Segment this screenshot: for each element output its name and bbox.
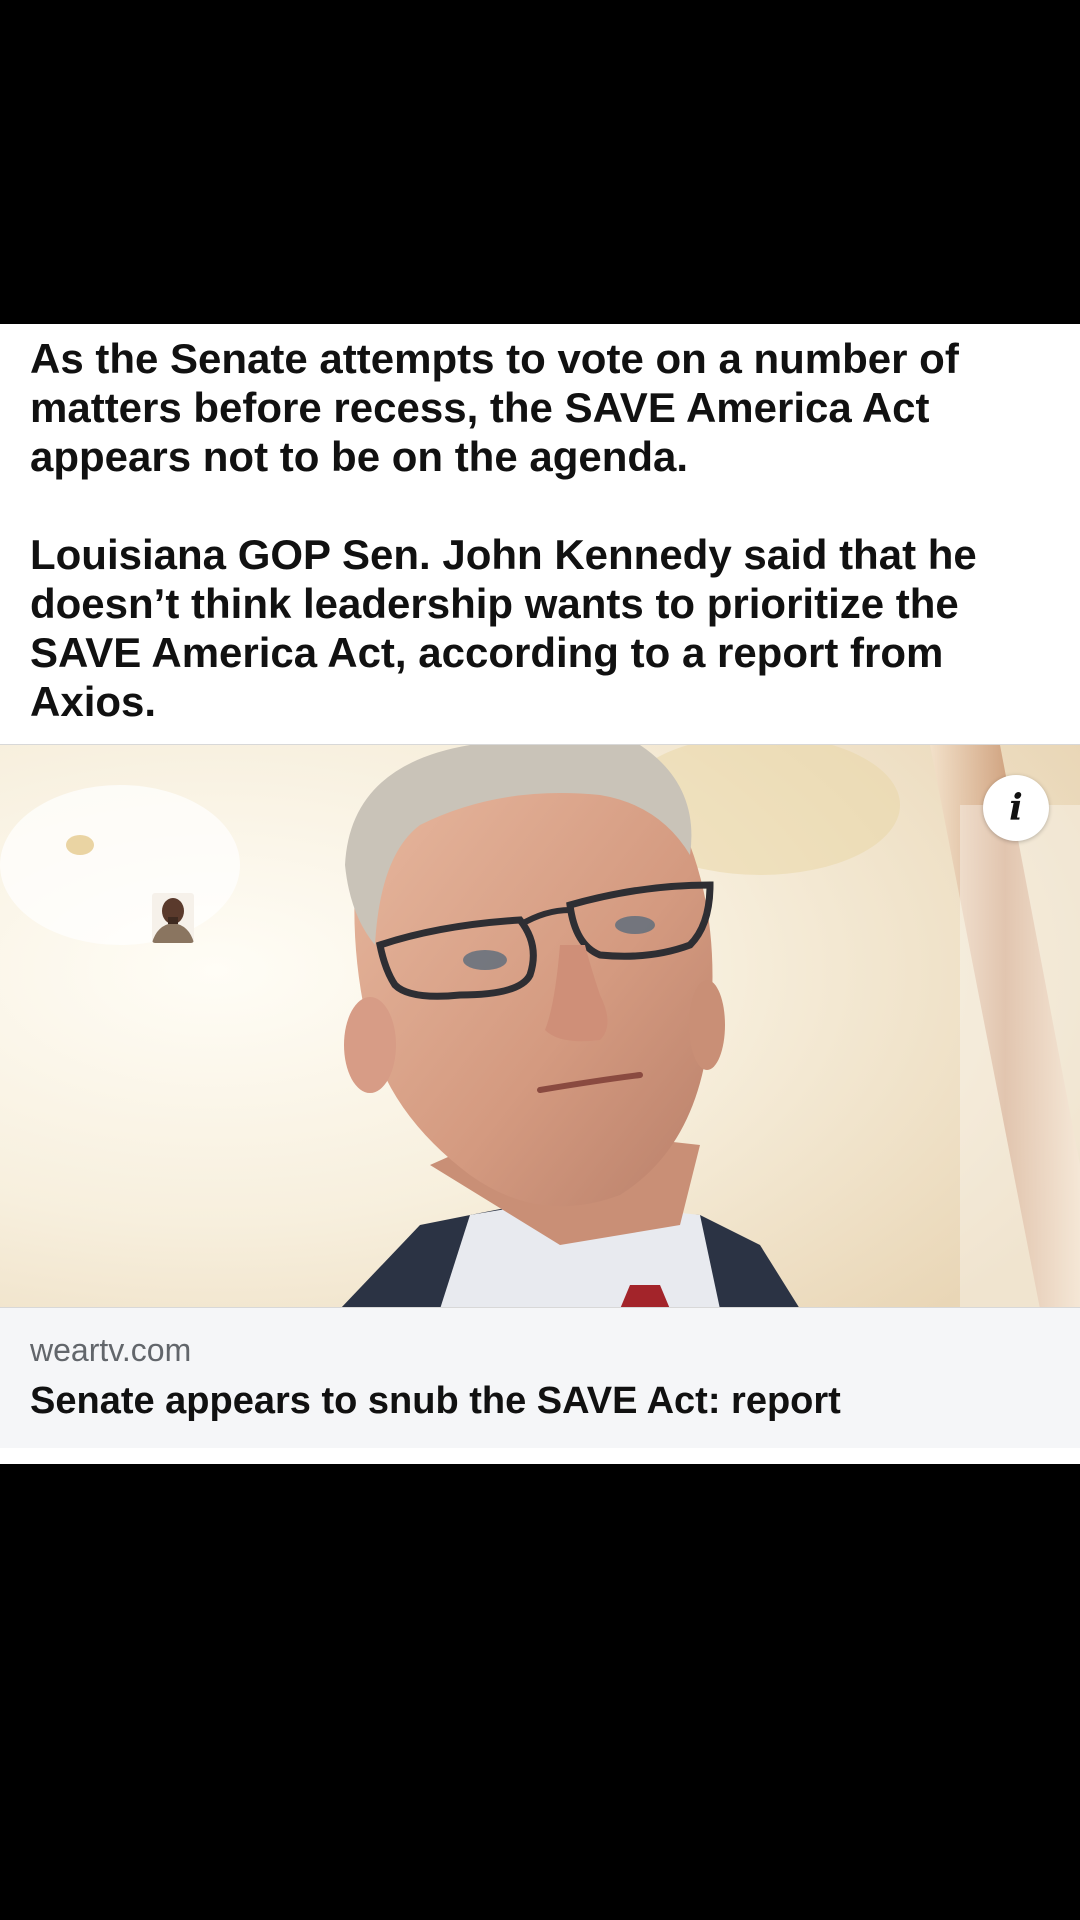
top-black-area: [0, 0, 1080, 324]
link-domain: weartv.com: [30, 1332, 192, 1368]
link-preview-image[interactable]: i: [0, 744, 1080, 1308]
post-paragraph-1: As the Senate attempts to vote on a numb…: [30, 335, 959, 480]
post-paragraph-2: Louisiana GOP Sen. John Kennedy said tha…: [30, 531, 977, 725]
info-icon[interactable]: i: [983, 775, 1049, 841]
post-card: As the Senate attempts to vote on a numb…: [0, 324, 1080, 1464]
small-thumbnail-image: [152, 893, 194, 943]
post-text: As the Senate attempts to vote on a numb…: [30, 334, 1040, 726]
link-preview-footer[interactable]: weartv.com Senate appears to snub the SA…: [0, 1308, 1080, 1448]
senator-photo: [0, 745, 1080, 1307]
link-headline[interactable]: Senate appears to snub the SAVE Act: rep…: [30, 1380, 841, 1423]
info-glyph: i: [1009, 787, 1023, 829]
